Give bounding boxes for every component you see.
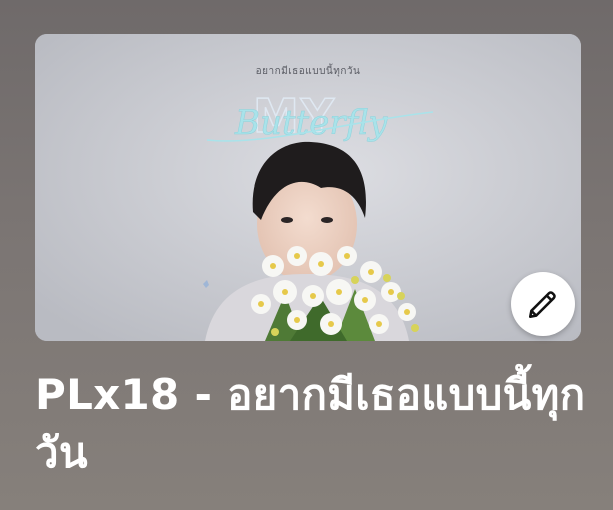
cover-image	[35, 34, 581, 341]
cover-thai-caption: อยากมีเธอแบบนี้ทุกวัน	[255, 66, 361, 77]
edit-button[interactable]	[511, 272, 575, 336]
svg-text:Butterfly: Butterfly	[234, 103, 388, 143]
cover-logo: MY Butterfly	[206, 88, 434, 144]
pencil-icon	[528, 291, 556, 319]
playlist-cover[interactable]: อยากมีเธอแบบนี้ทุกวัน MY Butterfly	[35, 34, 581, 341]
playlist-title: PLx18 - อยากมีเธอแบบนี้ทุกวัน	[35, 370, 586, 477]
